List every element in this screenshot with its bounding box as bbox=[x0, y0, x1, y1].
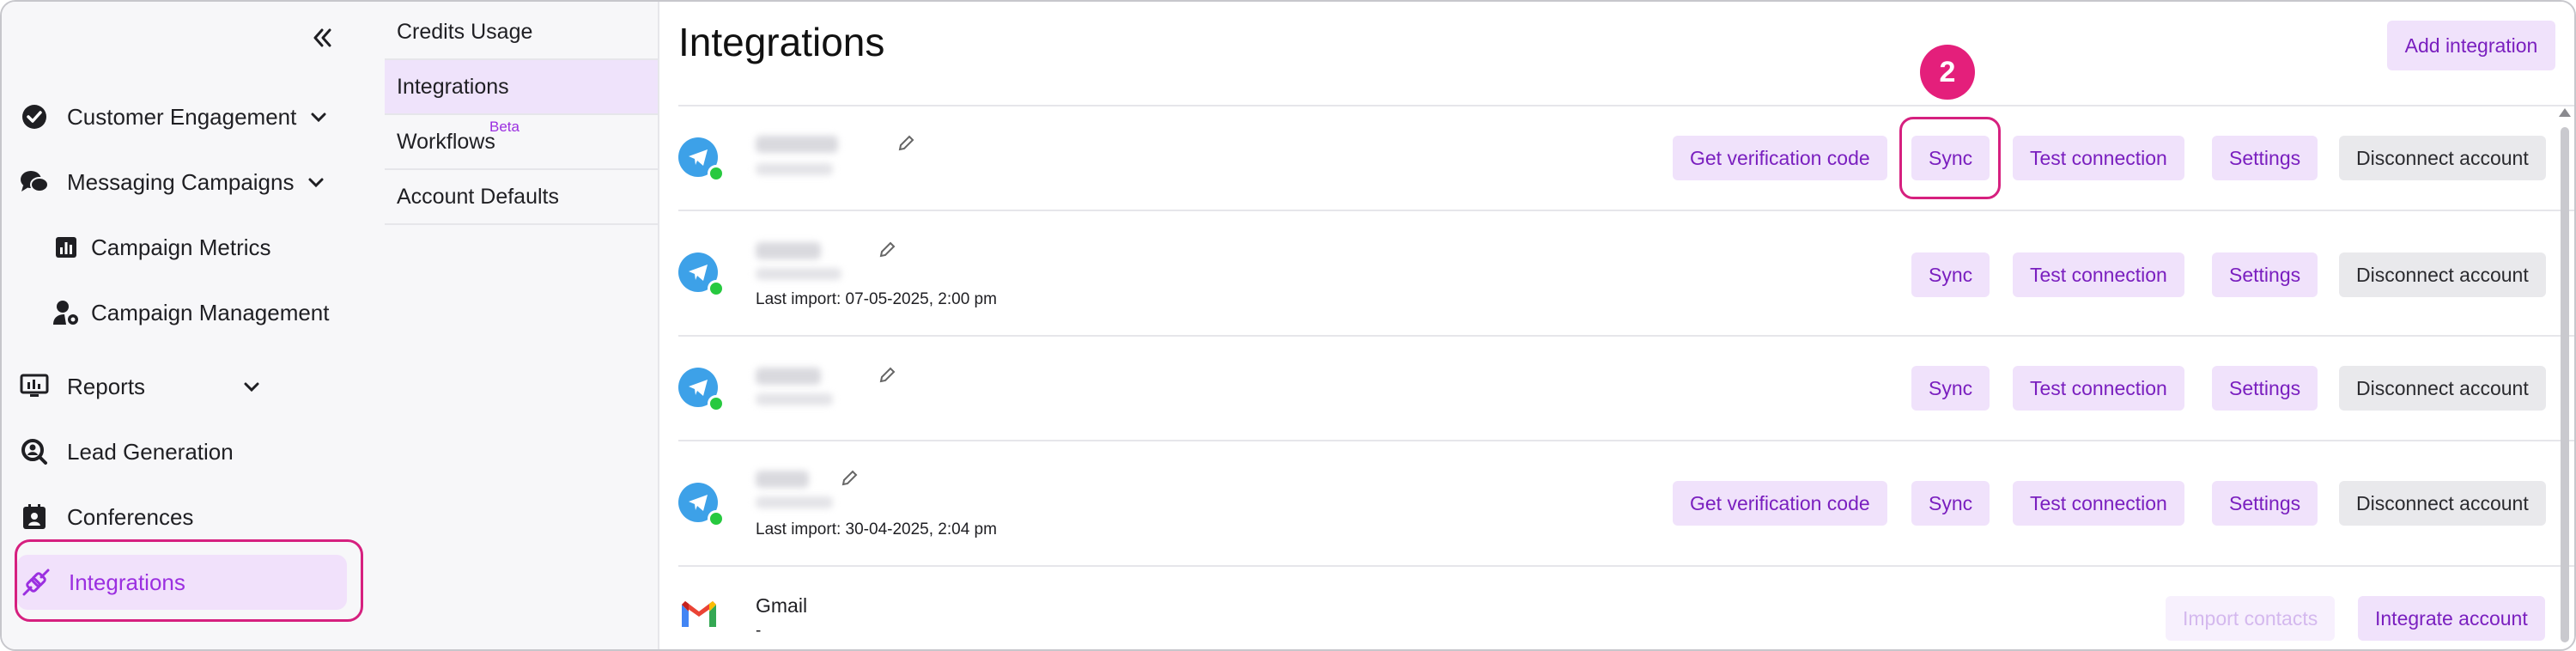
last-import-text: Last import: 07-05-2025, 2:00 pm bbox=[756, 290, 997, 308]
sidebar-item-lead-generation[interactable]: Lead Generation bbox=[17, 424, 234, 479]
edit-pencil-icon[interactable] bbox=[878, 366, 896, 385]
sidebar-item-customer-engagement[interactable]: Customer Engagement bbox=[17, 89, 329, 144]
main-content: Integrations Add integration Get verific… bbox=[659, 2, 2574, 649]
disconnect-account-button[interactable]: Disconnect account bbox=[2339, 366, 2546, 411]
account-name-redacted bbox=[756, 471, 809, 488]
highlight-outline bbox=[1899, 117, 2001, 199]
account-id-redacted bbox=[756, 268, 841, 280]
subnav-item-credits-usage[interactable]: Credits Usage bbox=[385, 5, 658, 60]
edit-pencil-icon[interactable] bbox=[896, 134, 915, 153]
sync-button[interactable]: Sync bbox=[1911, 366, 1990, 411]
callout-badge-2: 2 bbox=[1920, 45, 1975, 100]
settings-button[interactable]: Settings bbox=[2212, 481, 2318, 526]
import-contacts-button[interactable]: Import contacts bbox=[2166, 596, 2336, 641]
get-verification-code-button[interactable]: Get verification code bbox=[1673, 481, 1887, 526]
test-connection-button[interactable]: Test connection bbox=[2013, 366, 2184, 411]
sync-button[interactable]: Sync bbox=[1911, 481, 1990, 526]
integrate-account-button[interactable]: Integrate account bbox=[2358, 596, 2545, 641]
last-import-text: Last import: 30-04-2025, 2:04 pm bbox=[756, 520, 997, 538]
sidebar-item-label: Campaign Metrics bbox=[91, 234, 271, 260]
sidebar-item-campaign-management[interactable]: Campaign Management bbox=[52, 285, 330, 340]
divider bbox=[678, 335, 2574, 337]
divider bbox=[678, 565, 2574, 567]
settings-subnav: Credits Usage Integrations Workflows Bet… bbox=[385, 2, 659, 649]
account-name-redacted bbox=[756, 242, 821, 259]
sidebar-item-label: Conferences bbox=[67, 503, 194, 530]
sidebar-item-reports[interactable]: Reports bbox=[17, 359, 262, 414]
sidebar-item-label: Reports bbox=[67, 373, 146, 399]
test-connection-button[interactable]: Test connection bbox=[2013, 481, 2184, 526]
service-subtext: - bbox=[756, 622, 762, 640]
online-status-dot bbox=[708, 395, 725, 412]
settings-button[interactable]: Settings bbox=[2212, 136, 2318, 180]
sidebar-item-label: Messaging Campaigns bbox=[67, 168, 295, 195]
settings-button[interactable]: Settings bbox=[2212, 252, 2318, 297]
subnav-item-workflows[interactable]: Workflows Beta bbox=[385, 115, 658, 170]
beta-tag: Beta bbox=[489, 119, 519, 135]
sidebar-item-label: Customer Engagement bbox=[67, 103, 297, 130]
account-id-redacted bbox=[756, 393, 833, 405]
badge-icon bbox=[17, 500, 52, 534]
sidebar-item-messaging-campaigns[interactable]: Messaging Campaigns bbox=[17, 155, 326, 210]
chevron-down-icon bbox=[306, 172, 326, 192]
user-gear-icon bbox=[52, 295, 81, 330]
divider bbox=[678, 105, 2574, 106]
edit-pencil-icon[interactable] bbox=[840, 469, 859, 488]
sidebar-item-campaign-metrics[interactable]: Campaign Metrics bbox=[52, 220, 271, 275]
chevron-down-icon bbox=[308, 106, 329, 127]
bar-chart-icon bbox=[52, 230, 81, 265]
online-status-dot bbox=[708, 165, 725, 182]
sidebar-item-conferences[interactable]: Conferences bbox=[17, 490, 193, 545]
app-window: Customer Engagement Messaging Campaigns … bbox=[0, 0, 2576, 651]
subnav-item-label: Workflows bbox=[397, 129, 495, 154]
online-status-dot bbox=[708, 510, 725, 527]
gmail-icon bbox=[682, 601, 716, 627]
test-connection-button[interactable]: Test connection bbox=[2013, 252, 2184, 297]
test-connection-button[interactable]: Test connection bbox=[2013, 136, 2184, 180]
get-verification-code-button[interactable]: Get verification code bbox=[1673, 136, 1887, 180]
sync-button[interactable]: Sync bbox=[1911, 252, 1990, 297]
monitor-chart-icon bbox=[17, 369, 52, 404]
highlight-outline bbox=[15, 539, 363, 622]
chevron-down-icon bbox=[241, 376, 262, 397]
add-integration-button[interactable]: Add integration bbox=[2387, 21, 2555, 70]
sidebar-item-label: Campaign Management bbox=[91, 299, 330, 326]
disconnect-account-button[interactable]: Disconnect account bbox=[2339, 136, 2546, 180]
scroll-up-arrow-icon[interactable] bbox=[2559, 108, 2571, 117]
double-chevron-left-icon bbox=[313, 28, 331, 47]
service-name: Gmail bbox=[756, 594, 808, 617]
divider bbox=[678, 440, 2574, 441]
subnav-item-label: Integrations bbox=[397, 74, 509, 99]
subnav-item-label: Credits Usage bbox=[397, 19, 533, 44]
subnav-item-integrations[interactable]: Integrations bbox=[385, 60, 658, 115]
scrollbar[interactable] bbox=[2557, 108, 2573, 649]
divider bbox=[678, 210, 2574, 211]
subnav-item-label: Account Defaults bbox=[397, 184, 559, 209]
disconnect-account-button[interactable]: Disconnect account bbox=[2339, 481, 2546, 526]
sidebar: Customer Engagement Messaging Campaigns … bbox=[2, 2, 386, 649]
chat-bubbles-icon bbox=[17, 165, 52, 199]
sidebar-item-label: Lead Generation bbox=[67, 438, 234, 465]
check-circle-icon bbox=[17, 100, 52, 134]
search-person-icon bbox=[17, 435, 52, 469]
edit-pencil-icon[interactable] bbox=[878, 240, 896, 259]
online-status-dot bbox=[708, 280, 725, 297]
page-title: Integrations bbox=[678, 20, 885, 64]
collapse-sidebar-button[interactable] bbox=[304, 21, 338, 55]
account-name-redacted bbox=[756, 136, 838, 153]
subnav-item-account-defaults[interactable]: Account Defaults bbox=[385, 170, 658, 225]
account-name-redacted bbox=[756, 368, 821, 385]
account-id-redacted bbox=[756, 163, 833, 175]
scroll-thumb[interactable] bbox=[2561, 127, 2569, 642]
disconnect-account-button[interactable]: Disconnect account bbox=[2339, 252, 2546, 297]
account-id-redacted bbox=[756, 496, 833, 508]
settings-button[interactable]: Settings bbox=[2212, 366, 2318, 411]
